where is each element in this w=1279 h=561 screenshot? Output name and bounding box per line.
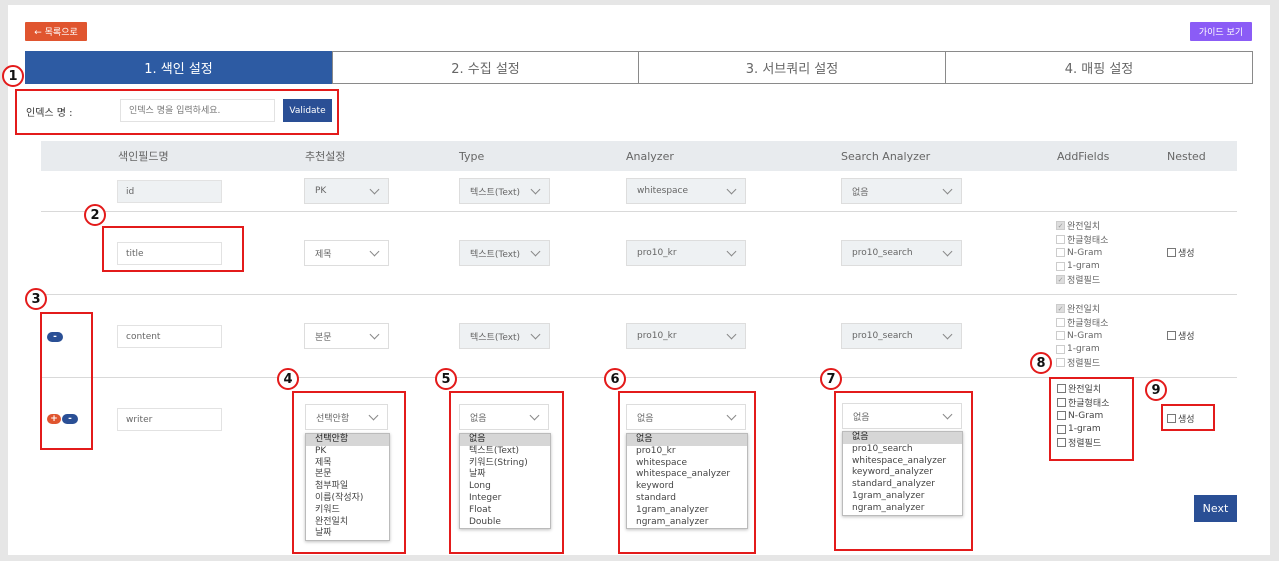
tab-index-settings[interactable]: 1. 색인 설정	[25, 51, 332, 84]
chevron-down-icon	[530, 184, 541, 194]
chevron-down-icon	[942, 246, 953, 256]
chevron-down-icon	[369, 329, 380, 339]
annotation-box	[449, 391, 564, 554]
col-addfields: AddFields	[1057, 149, 1110, 163]
addfield-ngram[interactable]: N-Gram	[1056, 246, 1108, 260]
checkbox[interactable]	[1056, 331, 1065, 341]
recommend-value: 본문	[315, 332, 332, 343]
addfield-korean[interactable]: 한글형태소	[1056, 233, 1108, 247]
annotation-number: 1	[2, 65, 24, 87]
search-analyzer-select[interactable]: pro10_search	[841, 240, 962, 266]
type-value: 텍스트(Text)	[470, 249, 521, 260]
addfield-sort[interactable]: ✓ 정렬필드	[1056, 273, 1108, 287]
type-select[interactable]: 텍스트(Text)	[459, 240, 550, 266]
recommend-select[interactable]: 제목	[304, 240, 389, 266]
analyzer-select[interactable]: whitespace	[626, 178, 746, 204]
annotation-box	[618, 391, 756, 554]
col-field-name: 색인필드명	[118, 150, 169, 163]
checkbox[interactable]	[1056, 234, 1065, 244]
recommend-select[interactable]: PK	[304, 178, 389, 204]
analyzer-select[interactable]: pro10_kr	[626, 323, 746, 349]
type-value: 텍스트(Text)	[470, 187, 521, 198]
checkbox-checked[interactable]: ✓	[1056, 275, 1065, 285]
search-analyzer-value: 없음	[852, 187, 869, 198]
recommend-value: PK	[315, 186, 327, 196]
chevron-down-icon	[726, 329, 737, 339]
recommend-select[interactable]: 본문	[304, 323, 389, 349]
addfield-1gram[interactable]: 1-gram	[1056, 343, 1108, 357]
chevron-down-icon	[726, 246, 737, 256]
type-select[interactable]: 텍스트(Text)	[459, 323, 550, 349]
col-type: Type	[459, 149, 485, 163]
analyzer-value: pro10_kr	[637, 248, 677, 258]
checkbox[interactable]	[1056, 317, 1065, 327]
addfield-korean[interactable]: 한글형태소	[1056, 316, 1108, 330]
nested-checkbox[interactable]: 생성	[1167, 246, 1195, 260]
recommend-value: 제목	[315, 249, 332, 260]
analyzer-value: pro10_kr	[637, 331, 677, 341]
nested-checkbox[interactable]: 생성	[1167, 329, 1195, 343]
row-divider	[41, 211, 1237, 212]
field-name-input[interactable]: id	[117, 180, 222, 203]
tab-mapping-settings[interactable]: 4. 매핑 설정	[945, 51, 1253, 84]
chevron-down-icon	[726, 184, 737, 194]
checkbox[interactable]	[1056, 248, 1065, 258]
type-value: 텍스트(Text)	[470, 332, 521, 343]
checkbox[interactable]	[1056, 261, 1065, 271]
col-recommend: 추천설정	[305, 150, 346, 163]
chevron-down-icon	[942, 184, 953, 194]
col-analyzer: Analyzer	[626, 149, 674, 163]
annotation-box	[15, 89, 339, 135]
annotation-number: 4	[277, 368, 299, 390]
row-divider	[41, 294, 1237, 295]
checkbox[interactable]	[1056, 344, 1065, 354]
addfield-ngram[interactable]: N-Gram	[1056, 329, 1108, 343]
search-analyzer-select[interactable]: 없음	[841, 178, 962, 204]
tab-subquery-settings[interactable]: 3. 서브쿼리 설정	[638, 51, 946, 84]
addfield-sort[interactable]: 정렬필드	[1056, 356, 1108, 370]
annotation-box	[834, 391, 973, 551]
annotation-number: 3	[25, 288, 47, 310]
search-analyzer-value: pro10_search	[852, 248, 913, 258]
chevron-down-icon	[530, 246, 541, 256]
annotation-number: 5	[435, 368, 457, 390]
guide-button[interactable]: 가이드 보기	[1190, 22, 1252, 41]
chevron-down-icon	[530, 329, 541, 339]
analyzer-select[interactable]: pro10_kr	[626, 240, 746, 266]
field-name-input[interactable]: writer	[117, 408, 222, 431]
annotation-box	[1049, 377, 1134, 461]
annotation-number: 6	[604, 368, 626, 390]
addfield-1gram[interactable]: 1-gram	[1056, 260, 1108, 274]
addfields-group: ✓ 완전일치 한글형태소 N-Gram 1-gram ✓ 정렬필드	[1056, 219, 1108, 287]
chevron-down-icon	[369, 184, 380, 194]
annotation-number: 7	[820, 368, 842, 390]
checkbox[interactable]	[1167, 248, 1176, 258]
annotation-number: 8	[1030, 352, 1052, 374]
chevron-down-icon	[369, 246, 380, 256]
col-nested: Nested	[1167, 149, 1206, 163]
annotation-number: 2	[84, 204, 106, 226]
col-search-analyzer: Search Analyzer	[841, 149, 931, 163]
addfield-exact[interactable]: ✓ 완전일치	[1056, 302, 1108, 316]
search-analyzer-value: pro10_search	[852, 331, 913, 341]
search-analyzer-select[interactable]: pro10_search	[841, 323, 962, 349]
annotation-box	[102, 226, 244, 272]
annotation-box	[40, 312, 93, 450]
addfields-group: ✓ 완전일치 한글형태소 N-Gram 1-gram 정렬필드	[1056, 302, 1108, 370]
tab-collect-settings[interactable]: 2. 수집 설정	[332, 51, 639, 84]
analyzer-value: whitespace	[637, 186, 689, 196]
next-button[interactable]: Next	[1194, 495, 1237, 522]
annotation-box	[1161, 404, 1215, 431]
addfield-exact[interactable]: ✓ 완전일치	[1056, 219, 1108, 233]
checkbox-checked[interactable]: ✓	[1056, 221, 1065, 231]
checkbox-checked[interactable]: ✓	[1056, 304, 1065, 314]
checkbox[interactable]	[1167, 331, 1176, 341]
annotation-box	[292, 391, 406, 554]
annotation-number: 9	[1145, 379, 1167, 401]
type-select[interactable]: 텍스트(Text)	[459, 178, 550, 204]
field-name-input[interactable]: content	[117, 325, 222, 348]
back-to-list-button[interactable]: ← 목록으로	[25, 22, 87, 41]
checkbox[interactable]	[1056, 358, 1065, 368]
chevron-down-icon	[942, 329, 953, 339]
